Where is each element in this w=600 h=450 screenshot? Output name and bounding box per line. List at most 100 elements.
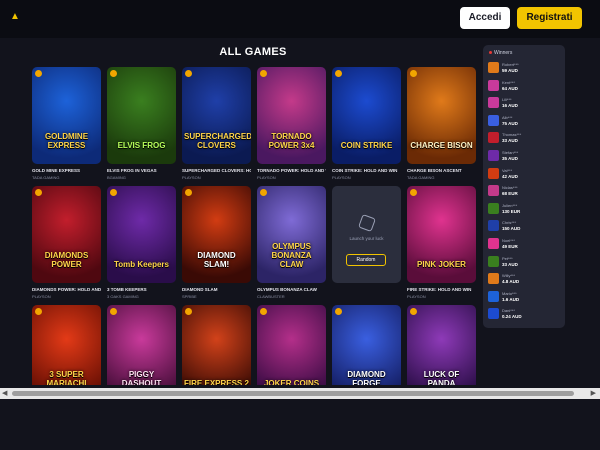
- game-thumbnail[interactable]: TORNADO POWER 3x4: [257, 67, 326, 164]
- winners-title: Winners: [489, 50, 512, 56]
- game-thumbnail[interactable]: DIAMONDS POWER: [32, 186, 101, 283]
- game-provider: TADA GAMING: [32, 175, 60, 180]
- winner-row[interactable]: Noel*** 49 EUR: [488, 237, 562, 251]
- game-provider: TADA GAMING: [407, 175, 435, 180]
- game-logo-text: TORNADO POWER 3x4: [268, 132, 315, 150]
- winner-row[interactable]: Lili*** 16 AUD: [488, 96, 562, 110]
- winner-game-thumb: [488, 238, 499, 249]
- game-card[interactable]: PINK JOKER FIRE STRIKE: HOLD AND WIN PLAYS…: [407, 186, 476, 299]
- winner-amount: 59 AUD: [502, 68, 518, 73]
- game-thumbnail[interactable]: DIAMOND FORGE: [332, 305, 401, 385]
- winner-row[interactable]: Mario*** 1.6 AUD: [488, 290, 562, 304]
- winner-amount: 33 AUD: [502, 261, 518, 267]
- game-card[interactable]: DIAMOND FORGEDIAMOND FORGE: [332, 305, 401, 385]
- game-card[interactable]: GOLDMINE EXPRESS GOLD MINE EXPRESS TADA GA…: [32, 67, 101, 180]
- winner-row[interactable]: Thomas*** 33 AUD: [488, 131, 562, 145]
- game-thumbnail[interactable]: OLYMPUS BONANZA CLAW: [257, 186, 326, 283]
- game-thumbnail[interactable]: DIAMOND SLAM!: [182, 186, 251, 283]
- winner-username: Dani***: [502, 308, 515, 314]
- register-button[interactable]: Registrati: [517, 7, 582, 29]
- game-card[interactable]: Tomb Keepers 3 TOMB KEEPERS 3 OAKS GAMING: [107, 186, 176, 299]
- winner-row[interactable]: Kent*** 64 AUD: [488, 79, 562, 93]
- game-card[interactable]: CHARGE BISON CHARGE BISON ASCENT TADA GAMI…: [407, 67, 476, 180]
- game-logo-text: ELVIS FROG: [117, 141, 166, 150]
- game-logo-text: DIAMOND FORGE: [347, 370, 386, 385]
- game-thumbnail[interactable]: LUCK OF PANDA: [407, 305, 476, 385]
- winner-amount: 49 EUR: [502, 244, 518, 249]
- horizontal-scrollbar[interactable]: ◀ ▶: [0, 388, 600, 399]
- game-thumbnail[interactable]: SUPERCHARGED CLOVERS: [182, 67, 251, 164]
- game-card[interactable]: DIAMOND SLAM! DIAMOND SLAM SPRIBE: [182, 186, 251, 299]
- random-game-card[interactable]: Launch your luck Random: [332, 186, 401, 283]
- winner-amount: 16 AUD: [502, 103, 518, 109]
- game-card[interactable]: LUCK OF PANDALUCK OF PANDA: [407, 305, 476, 385]
- game-title: 3 TOMB KEEPERS: [107, 287, 147, 292]
- game-thumbnail[interactable]: COIN STRIKE: [332, 67, 401, 164]
- winner-game-thumb: [488, 308, 499, 320]
- winner-row[interactable]: Pet*** 33 AUD: [488, 255, 562, 269]
- game-card[interactable]: DIAMONDS POWER DIAMONDS POWER: HOLD AND W…: [32, 186, 101, 299]
- winner-amount: 33 AUD: [502, 138, 518, 144]
- game-card[interactable]: ELVIS FROG ELVIS FROG IN VEGAS BGAMING: [107, 67, 176, 180]
- winner-row[interactable]: Dani*** 0.24 AUD: [488, 307, 562, 321]
- winner-row[interactable]: Niclas*** 68 EUR: [488, 184, 562, 198]
- brand-logo-icon[interactable]: ▲: [10, 12, 20, 22]
- game-thumbnail[interactable]: CHARGE BISON: [407, 67, 476, 164]
- game-logo-text: CHARGE BISON: [410, 141, 473, 150]
- game-title: COIN STRIKE: HOLD AND WIN: [332, 168, 398, 173]
- game-thumbnail[interactable]: ELVIS FROG: [107, 67, 176, 164]
- winner-username: Kent***: [502, 79, 515, 85]
- game-artwork: [257, 305, 326, 385]
- game-logo-text: OLYMPUS BONANZA CLAW: [271, 242, 312, 269]
- game-thumbnail[interactable]: Tomb Keepers: [107, 186, 176, 283]
- winner-row[interactable]: Stefan*** 35 AUD: [488, 149, 562, 163]
- game-card[interactable]: FIRE EXPRESS 2FIRE EXPRESS 2: [182, 305, 251, 385]
- scrollbar-thumb[interactable]: [12, 391, 574, 396]
- game-logo-text: PINK JOKER: [417, 260, 466, 269]
- live-dot-icon: [489, 51, 492, 55]
- winner-game-thumb: [488, 273, 499, 285]
- winner-row[interactable]: Willy*** 4.8 AUD: [488, 272, 562, 286]
- winner-row[interactable]: Robert*** 59 AUD: [488, 61, 562, 75]
- hot-badge-icon: [185, 308, 192, 315]
- winner-row[interactable]: Val*** 42 AUD: [488, 167, 562, 181]
- winner-row[interactable]: Julien*** 130 EUR: [488, 202, 562, 216]
- game-card[interactable]: COIN STRIKE COIN STRIKE: HOLD AND WIN PLAY…: [332, 67, 401, 180]
- winner-game-thumb: [488, 202, 499, 214]
- game-title: FIRE STRIKE: HOLD AND WIN: [407, 287, 472, 292]
- winner-username: Noel***: [502, 238, 515, 243]
- game-thumbnail[interactable]: 3 SUPER MARIACHI: [32, 305, 101, 385]
- game-title: DIAMONDS POWER: HOLD AND WIN: [32, 287, 101, 292]
- hot-badge-icon: [110, 308, 117, 315]
- login-button[interactable]: Accedi: [460, 7, 510, 29]
- game-card[interactable]: JOKER COINSJOKER COINS: [257, 305, 326, 385]
- random-game-thumb: Launch your luck Random: [332, 186, 401, 283]
- hot-badge-icon: [110, 189, 117, 196]
- scroll-left-icon[interactable]: ◀: [2, 389, 7, 397]
- game-title: GOLD MINE EXPRESS: [32, 168, 81, 173]
- game-card[interactable]: PIGGY DASHOUTPIGGY DASHOUT: [107, 305, 176, 385]
- game-thumbnail[interactable]: GOLDMINE EXPRESS: [32, 67, 101, 164]
- winner-row[interactable]: Chris*** 150 AUD: [488, 219, 562, 233]
- game-card[interactable]: TORNADO POWER 3x4 TORNADO POWER: HOLD AND…: [257, 67, 326, 180]
- game-thumbnail[interactable]: PIGGY DASHOUT: [107, 305, 176, 385]
- game-provider: CLAWBUSTER: [257, 294, 285, 299]
- scroll-right-icon[interactable]: ▶: [591, 389, 596, 397]
- game-logo-text: DIAMOND SLAM!: [197, 251, 236, 269]
- winner-row[interactable]: Alb*** 75 AUD: [488, 114, 562, 128]
- winner-game-thumb: [488, 97, 499, 109]
- game-title: CHARGE BISON ASCENT: [407, 168, 462, 173]
- winner-username: Willy***: [502, 273, 516, 279]
- game-title: OLYMPUS BONANZA CLAW: [257, 287, 317, 292]
- winner-game-thumb: [488, 62, 499, 73]
- random-game-button[interactable]: Random: [346, 254, 386, 266]
- hot-badge-icon: [410, 189, 417, 196]
- game-card[interactable]: OLYMPUS BONANZA CLAW OLYMPUS BONANZA CLAW…: [257, 186, 326, 299]
- game-thumbnail[interactable]: FIRE EXPRESS 2: [182, 305, 251, 385]
- game-thumbnail[interactable]: JOKER COINS: [257, 305, 326, 385]
- game-card[interactable]: SUPERCHARGED CLOVERS SUPERCHARGED CLOVERS…: [182, 67, 251, 180]
- game-thumbnail[interactable]: PINK JOKER: [407, 186, 476, 283]
- hot-badge-icon: [335, 70, 342, 77]
- game-card[interactable]: 3 SUPER MARIACHI3 SUPER MARIACHI: [32, 305, 101, 385]
- games-grid: GOLDMINE EXPRESS GOLD MINE EXPRESS TADA GA…: [32, 67, 482, 385]
